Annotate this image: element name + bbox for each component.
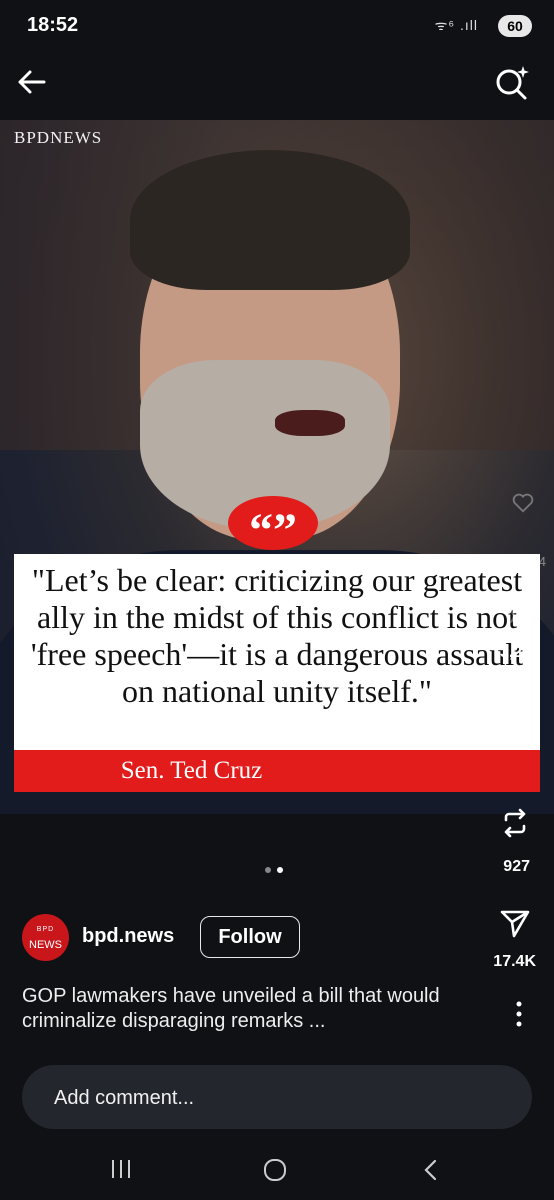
more-options-icon[interactable]: [514, 1000, 524, 1028]
avatar-text-bottom: NEWS: [29, 939, 62, 951]
send-icon[interactable]: [498, 906, 532, 940]
author-handle[interactable]: bpd.news: [82, 925, 174, 948]
quote-attribution-bar: Sen. Ted Cruz: [14, 750, 540, 792]
quote-text: "Let’s be clear: criticizing our greates…: [30, 562, 524, 709]
avatar[interactable]: BPD NEWS: [22, 914, 69, 961]
back-arrow-icon[interactable]: [14, 64, 50, 100]
like-count: 6,484: [513, 554, 546, 569]
repost-icon[interactable]: [498, 806, 532, 840]
recent-apps-icon[interactable]: [110, 1158, 132, 1185]
post-caption[interactable]: GOP lawmakers have unveiled a bill that …: [22, 984, 452, 1034]
comment-icon[interactable]: [508, 598, 534, 624]
avatar-text-top: BPD: [36, 926, 55, 933]
back-icon[interactable]: [422, 1158, 440, 1187]
share-count: 17.4K: [493, 953, 536, 970]
home-icon[interactable]: [263, 1158, 287, 1187]
system-nav-bar: [0, 1140, 554, 1200]
signal-icon: ᯤ⁶ .ıll: [434, 17, 478, 33]
search-sparkle-icon[interactable]: [492, 62, 532, 102]
hair: [130, 150, 410, 290]
quote-attribution: Sen. Ted Cruz: [120, 757, 263, 784]
comment-input[interactable]: [52, 1083, 496, 1113]
brand-watermark: BPDNEWS: [14, 128, 103, 147]
carousel-dot: [265, 867, 271, 873]
carousel-dot-active: [277, 867, 283, 873]
quote-box: "Let’s be clear: criticizing our greates…: [14, 554, 540, 750]
mouth: [275, 410, 345, 436]
post-image[interactable]: BPDNEWS “” "Let’s be clear: criticizing …: [0, 120, 554, 814]
comment-count: 3,249: [499, 644, 540, 661]
status-time: 18:52: [27, 14, 79, 36]
repost-count: 927: [503, 858, 530, 875]
comment-bar[interactable]: [22, 1065, 532, 1129]
heart-icon[interactable]: [512, 492, 534, 514]
battery-icon: 60: [498, 15, 532, 37]
carousel-indicator: [265, 860, 289, 878]
follow-button[interactable]: Follow: [200, 916, 300, 958]
status-bar: 18:52 ᯤ⁶ .ıll 60: [0, 0, 554, 50]
quote-mark-badge: “”: [228, 496, 318, 557]
